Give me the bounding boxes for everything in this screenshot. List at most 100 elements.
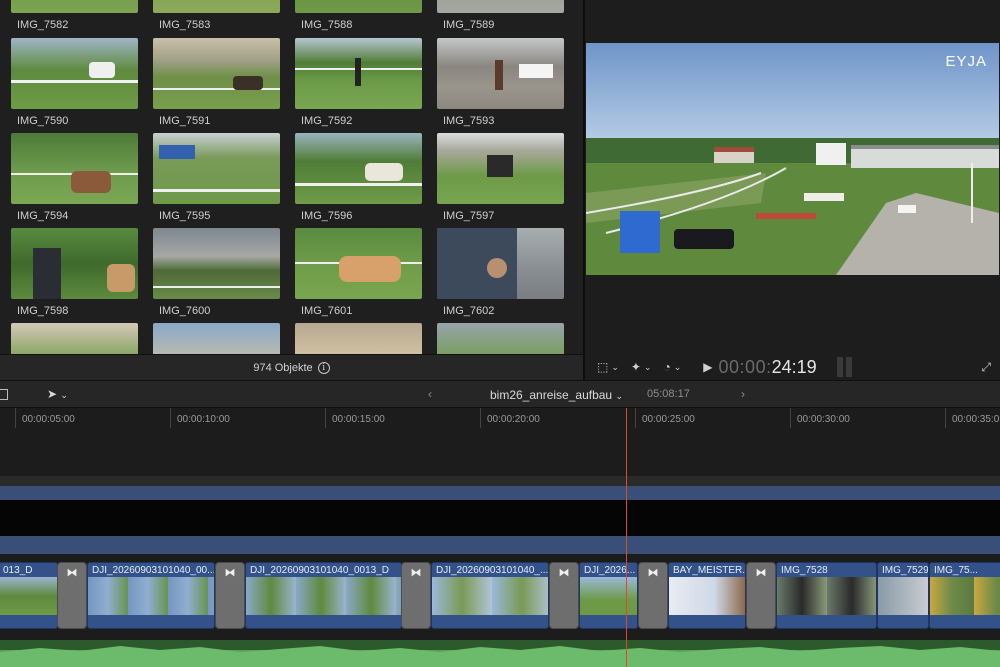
clip-name: BAY_MEISTER... [673, 565, 745, 576]
timeline-clip[interactable]: DJI_20260903101040_00... [87, 562, 215, 629]
info-icon[interactable]: i [317, 361, 330, 374]
clip-label: IMG_7590 [17, 115, 69, 127]
clip-name: DJI_20260903101040_00... [92, 565, 214, 576]
timeline-clip[interactable]: DJI_20260903101040_0013_D [245, 562, 402, 629]
timeline-toolbar: ➤ ⌄ ‹ bim26_anreise_aufbau ⌄ 05:08:17 › [0, 380, 1000, 408]
timeline-clip[interactable]: DJI_20260903101040_... [431, 562, 549, 629]
timeline-clip[interactable]: IMG_75... [929, 562, 1000, 629]
browser-footer: 974 Objekte i [0, 354, 583, 380]
clip-name: IMG_7529 [882, 565, 928, 576]
clip-name: IMG_75... [934, 565, 978, 576]
select-tool-menu[interactable]: ➤ ⌄ [47, 387, 68, 401]
clip-thumbnail[interactable]: IMG_7588 [295, 0, 422, 31]
clip-label: IMG_7582 [17, 19, 69, 31]
clip-thumbnail[interactable]: IMG_7582 [11, 0, 138, 31]
playhead[interactable] [626, 408, 627, 667]
chevron-down-icon: ⌄ [673, 361, 682, 372]
clip-thumbnail[interactable]: IMG_7583 [153, 0, 280, 31]
bowtie-icon: ⧓ [755, 567, 767, 579]
crop-icon: ⬚ [597, 360, 609, 374]
final-cut-window: IMG_7582 IMG_7583 IMG_7588 IMG_7589 IMG_… [0, 0, 1000, 667]
clip-thumbnail[interactable] [11, 323, 138, 354]
timeline-clip[interactable]: DJI_2026... [579, 562, 638, 629]
ruler-label: 00:00:30:00 [797, 414, 850, 425]
clip-name: DJI_2026... [584, 565, 636, 576]
connected-clip-lane-dark[interactable] [0, 500, 1000, 536]
transition[interactable]: ⧓ [57, 562, 87, 629]
clip-thumbnail[interactable]: IMG_7590 [11, 38, 138, 127]
clip-thumbnail[interactable] [295, 323, 422, 354]
timeline-clip[interactable]: IMG_7528 [776, 562, 877, 629]
viewer-picture [586, 43, 999, 275]
clip-thumbnail[interactable]: IMG_7593 [437, 38, 564, 127]
track-divider [0, 476, 1000, 486]
timeline-ruler[interactable]: 00:00:05:00 00:00:10:00 00:00:15:00 00:0… [0, 408, 1000, 428]
clip-name: DJI_20260903101040_... [436, 565, 548, 576]
clip-thumbnail[interactable]: IMG_7601 [295, 228, 422, 317]
viewer-frame: EYJA [586, 43, 999, 275]
ruler-label: 00:00:15:00 [332, 414, 385, 425]
clip-name: IMG_7528 [781, 565, 828, 576]
clip-thumbnail[interactable]: IMG_7602 [437, 228, 564, 317]
clip-thumbnail[interactable] [153, 323, 280, 354]
timeline-clip[interactable]: 013_D [0, 562, 58, 629]
timeline-clip[interactable]: BAY_MEISTER... [668, 562, 746, 629]
clip-thumbnail[interactable]: IMG_7591 [153, 38, 280, 127]
connected-clip-lane[interactable] [0, 486, 1000, 500]
audio-meter-icon [836, 357, 852, 377]
index-toggle-icon[interactable] [0, 389, 8, 400]
timecode[interactable]: 24:19 [772, 357, 817, 378]
ruler-label: 00:00:25:00 [642, 414, 695, 425]
speed-menu[interactable]: ◔ ⌄ [664, 360, 682, 374]
clip-label: IMG_7597 [443, 210, 495, 222]
clip-thumbnail[interactable]: IMG_7589 [437, 0, 564, 31]
viewer-controls: ⬚ ⌄ ✦ ⌄ ◔ ⌄ ▶ 00:00: 24:19 ⤢ [585, 354, 1000, 380]
bowtie-icon: ⧓ [558, 567, 570, 579]
media-browser: IMG_7582 IMG_7583 IMG_7588 IMG_7589 IMG_… [0, 0, 583, 354]
clip-thumbnail[interactable]: IMG_7595 [153, 133, 280, 222]
clip-thumbnail[interactable]: IMG_7598 [11, 228, 138, 317]
ruler-label: 00:00:10:00 [177, 414, 230, 425]
back-button[interactable]: ‹ [428, 387, 432, 401]
clip-label: IMG_7602 [443, 305, 495, 317]
clip-thumbnail[interactable]: IMG_7592 [295, 38, 422, 127]
audio-waveform[interactable] [0, 640, 1000, 667]
bowtie-icon: ⧓ [224, 567, 236, 579]
viewer: EYJA [585, 0, 1000, 354]
enhance-menu[interactable]: ✦ ⌄ [631, 360, 652, 374]
ruler-label: 00:00:20:00 [487, 414, 540, 425]
play-button[interactable]: ▶ [703, 360, 712, 374]
transition[interactable]: ⧓ [638, 562, 668, 629]
clip-thumbnail[interactable] [437, 323, 564, 354]
speedometer-icon: ◔ [663, 360, 671, 374]
project-duration: 05:08:17 [647, 388, 690, 400]
clip-label: IMG_7593 [443, 115, 495, 127]
watermark-logo: EYJA [945, 53, 987, 70]
bowtie-icon: ⧓ [66, 567, 78, 579]
clip-label: IMG_7594 [17, 210, 69, 222]
track-gap [0, 554, 1000, 562]
connected-clip-lane[interactable] [0, 536, 1000, 554]
ruler-label: 00:00:05:00 [22, 414, 75, 425]
project-title-menu[interactable]: bim26_anreise_aufbau ⌄ [490, 388, 623, 402]
transform-menu[interactable]: ⬚ ⌄ [597, 360, 619, 374]
transition[interactable]: ⧓ [401, 562, 431, 629]
clip-label: IMG_7600 [159, 305, 211, 317]
transition[interactable]: ⧓ [746, 562, 776, 629]
clip-thumbnail[interactable]: IMG_7596 [295, 133, 422, 222]
clip-thumbnail[interactable]: IMG_7594 [11, 133, 138, 222]
transition[interactable]: ⧓ [215, 562, 245, 629]
transition[interactable]: ⧓ [549, 562, 579, 629]
clip-label: IMG_7596 [301, 210, 353, 222]
clip-name: 013_D [3, 565, 33, 576]
clip-label: IMG_7598 [17, 305, 69, 317]
clip-label: IMG_7601 [301, 305, 353, 317]
clip-label: IMG_7595 [159, 210, 211, 222]
forward-button[interactable]: › [741, 387, 745, 401]
chevron-down-icon: ⌄ [611, 361, 619, 372]
fullscreen-icon[interactable]: ⤢ [981, 360, 991, 375]
clip-thumbnail[interactable]: IMG_7600 [153, 228, 280, 317]
clip-thumbnail[interactable]: IMG_7597 [437, 133, 564, 222]
timeline-clip[interactable]: IMG_7529 [877, 562, 929, 629]
bowtie-icon: ⧓ [410, 567, 422, 579]
